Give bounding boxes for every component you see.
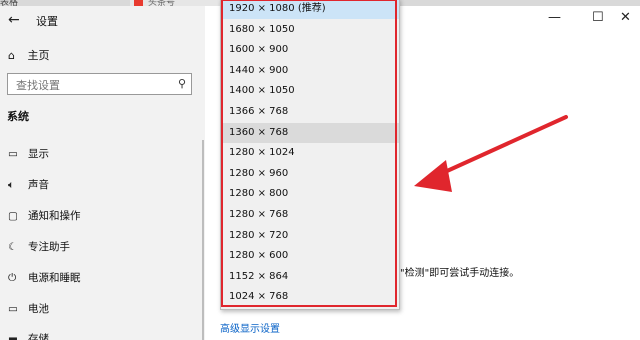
annotation-arrow (414, 115, 568, 192)
arrow-shaft (434, 115, 568, 178)
arrow-head (414, 160, 452, 192)
settings-window: ← 设置 ⌂ 主页 ⚲ 系统 ▭显示 🔈︎声音 ▢通知和操作 ☾专注助手 ⏻电源… (0, 0, 640, 340)
